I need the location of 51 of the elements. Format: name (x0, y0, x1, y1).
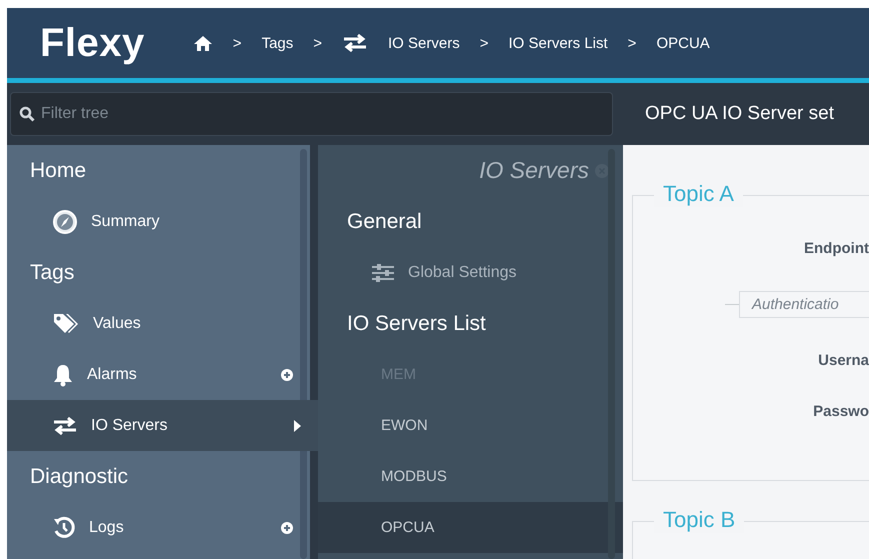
breadcrumb-separator: > (480, 34, 488, 52)
breadcrumb-link[interactable]: IO Servers (388, 34, 460, 52)
submenu-section: General (318, 196, 623, 247)
sidebar-item-label: Logs (89, 518, 124, 536)
submenu-item[interactable]: MODBUS (318, 451, 623, 502)
subsection-header: Authenticatio (739, 291, 869, 318)
submenu-item[interactable]: Global Settings (318, 247, 623, 298)
submenu-item-label: EWON (381, 417, 428, 434)
field-label: Userna (817, 352, 869, 369)
field-label: Endpoint (803, 240, 869, 257)
filter-field[interactable]: Filter tree (10, 92, 613, 136)
breadcrumb-separator: > (232, 34, 242, 52)
sidebar-item[interactable]: Logs (7, 502, 310, 553)
submenu-item[interactable]: EWON (318, 400, 623, 451)
submenu-item-label: Global Settings (408, 264, 517, 282)
sidebar-item-label: Alarms (87, 366, 137, 384)
sidebar-item[interactable]: Summary (7, 196, 310, 247)
submenu-section: IO Servers List (318, 298, 623, 349)
breadcrumb-link[interactable]: Tags (262, 34, 294, 52)
breadcrumb-link[interactable]: IO Servers List (508, 34, 608, 52)
sidebar-item[interactable]: Values (7, 298, 310, 349)
sidebar-item-label: Summary (91, 212, 160, 230)
swap-arrows-icon (342, 33, 368, 53)
breadcrumb-link[interactable]: OPCUA (656, 34, 710, 52)
breadcrumb-separator: > (628, 34, 636, 52)
sidebar-section: Tags (7, 247, 310, 298)
history-icon (52, 516, 76, 540)
sidebar-item-label: IO Servers (91, 416, 168, 434)
logo: Flexy (40, 20, 145, 66)
swap-arrows-icon (52, 416, 78, 436)
bell-icon (52, 362, 74, 386)
compass-icon (52, 208, 78, 234)
sidebar-item[interactable]: IO Servers (7, 400, 318, 451)
add-icon[interactable] (281, 522, 293, 534)
submenu-item[interactable]: OPCUA (318, 502, 623, 553)
tags-icon (52, 312, 80, 336)
submenu-item-label: OPCUA (381, 519, 434, 536)
panel-title: IO Servers (479, 157, 589, 184)
home-icon[interactable] (192, 34, 213, 52)
sidebar-section: Home (7, 145, 310, 196)
sidebar-item-label: Values (93, 314, 141, 332)
breadcrumb-separator: > (313, 34, 322, 52)
add-icon[interactable] (281, 368, 293, 380)
sliders-icon (371, 262, 395, 282)
submenu-item-label: MODBUS (381, 468, 447, 485)
sidebar-section: Diagnostic (7, 451, 310, 502)
search-icon (19, 106, 35, 122)
scrollbar[interactable] (608, 149, 615, 559)
page-title: OPC UA IO Server set (645, 103, 834, 125)
field-label: Passwo (812, 403, 869, 420)
sidebar-item[interactable]: Alarms (7, 349, 310, 400)
